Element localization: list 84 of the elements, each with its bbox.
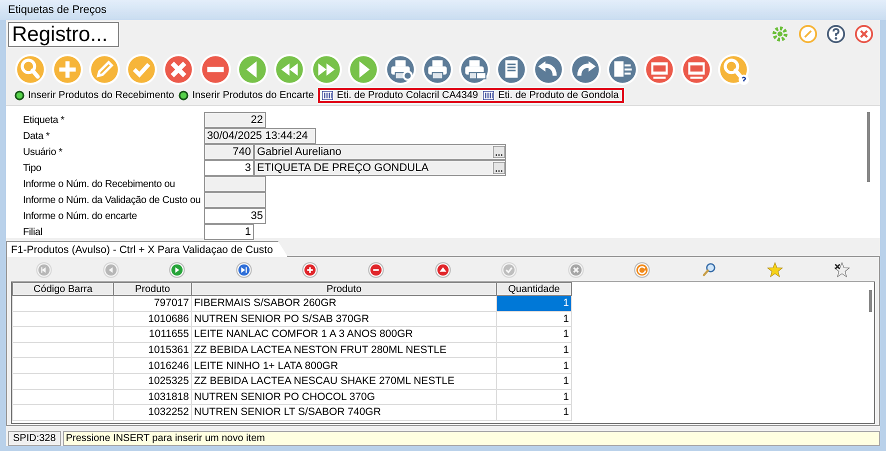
field-label: Informe o Núm. da Validação de Custo ou — [23, 194, 202, 206]
pencil-icon[interactable] — [88, 52, 121, 86]
ellipsis-icon[interactable] — [493, 162, 505, 174]
status-dot-icon — [178, 90, 190, 101]
table-cell: 1 — [496, 358, 572, 374]
refresh-icon[interactable] — [633, 261, 652, 279]
status-panel: SPID:328 — [8, 431, 61, 446]
table-cell: 1025325 — [114, 373, 192, 390]
close-icon[interactable] — [162, 52, 195, 86]
table-cell: FIBERMAIS S/SABOR 260GR — [192, 296, 496, 312]
column-header[interactable]: Produto — [192, 282, 496, 296]
redo-icon[interactable] — [569, 52, 602, 86]
table-cell: ZZ BEBIDA LACTEA NESCAU SHAKE 270ML NESTLE — [192, 373, 496, 390]
pencil-circle-icon[interactable] — [798, 24, 818, 44]
table-cell: 1 — [496, 404, 572, 420]
field-label: Informe o Núm. do encarte — [23, 210, 138, 222]
column-header[interactable]: Quantidade — [496, 282, 572, 296]
rewind-icon[interactable] — [273, 52, 306, 86]
undo-icon[interactable] — [532, 52, 565, 86]
table-cell: 1 — [496, 326, 572, 342]
printer-icon[interactable] — [421, 52, 454, 86]
skip-forward-icon[interactable] — [234, 261, 253, 279]
close-icon[interactable] — [854, 24, 874, 44]
scrollbar[interactable] — [869, 290, 872, 312]
star-cross-icon[interactable] — [832, 261, 851, 279]
toolbar-link[interactable]: Inserir Produtos do Recebimento — [28, 90, 174, 101]
table-cell: 1 — [496, 311, 572, 327]
gear-icon[interactable] — [770, 24, 790, 44]
star-icon[interactable] — [766, 261, 784, 279]
input-field[interactable]: 3 — [204, 160, 254, 176]
table-cell: NUTREN SENIOR LT S/SABOR 740GR — [192, 404, 496, 420]
input-field[interactable]: 1 — [204, 224, 254, 240]
field-label: Usuário * — [23, 146, 64, 158]
list-arrows-icon[interactable] — [606, 52, 639, 86]
table-cell: 1015361 — [114, 342, 192, 358]
printer-magnifier-icon[interactable] — [384, 52, 417, 86]
field-label: Informe o Núm. do Recebimento ou — [23, 178, 176, 190]
help-icon[interactable] — [826, 24, 846, 44]
field-label: Data * — [23, 130, 51, 142]
barcode-grid-icon — [320, 90, 334, 101]
left-arrow-icon[interactable] — [236, 52, 269, 86]
table-cell: 1010686 — [114, 311, 192, 327]
table-cell: LEITE NANLAC COMFOR 1 A 3 ANOS 800GR — [192, 326, 496, 342]
table-cell: NUTREN SENIOR PO CHOCOL 370G — [192, 389, 496, 405]
lookup-field[interactable]: ETIQUETA DE PREÇO GONDULA — [254, 160, 506, 176]
record-title: Registro... — [8, 22, 119, 47]
status-dot-icon — [14, 90, 25, 101]
field-label: Etiqueta * — [23, 114, 66, 126]
toolbar-link[interactable]: Eti. de Produto Colacril CA4349 — [336, 90, 478, 101]
tab[interactable]: F1-Produtos (Avulso) - Ctrl + X Para Validaçao de Custo — [6, 241, 288, 257]
input-field[interactable]: 35 — [204, 208, 266, 224]
field-label: Tipo — [23, 162, 42, 174]
toolbar-link[interactable]: Inserir Produtos do Encarte — [192, 90, 314, 101]
table-cell: NUTREN SENIOR PO S/SAB 370GR — [192, 311, 496, 327]
document-icon[interactable] — [495, 52, 528, 86]
minus-icon[interactable] — [367, 261, 386, 279]
check-icon[interactable] — [125, 52, 158, 86]
scrollbar[interactable] — [867, 112, 870, 182]
ellipsis-icon[interactable] — [493, 146, 505, 158]
plus-icon[interactable] — [301, 261, 320, 279]
table-cell: 1 — [496, 342, 572, 358]
table-cell: 1016246 — [114, 358, 192, 374]
toolbar-link[interactable]: Eti. de Produto de Gondola — [498, 90, 619, 101]
table-cell: 1031818 — [114, 389, 192, 405]
column-header[interactable]: Código Barra — [12, 282, 114, 296]
table-cell: 1032252 — [114, 404, 192, 420]
table-cell: 1011655 — [114, 326, 192, 342]
minus-icon[interactable] — [199, 52, 232, 86]
printer-envelope-icon[interactable] — [458, 52, 491, 86]
play-icon[interactable] — [168, 261, 186, 279]
table-cell: 1 — [496, 389, 572, 405]
table-cell: 797017 — [114, 296, 192, 312]
field-label: Filial — [23, 226, 44, 238]
table-cell: 1 — [496, 373, 572, 390]
table-cell: ZZ BEBIDA LACTEA NESTON FRUT 280ML NESTLE — [192, 342, 496, 358]
barcode-grid-icon — [482, 90, 496, 101]
status-message: Pressione INSERT para inserir um novo item — [62, 431, 880, 446]
table-cell: LEITE NINHO 1+ LATA 800GR — [192, 358, 496, 374]
right-arrow-icon[interactable] — [347, 52, 380, 86]
search-help-icon[interactable] — [717, 52, 750, 86]
window-title: Etiquetas de Preços — [8, 4, 106, 16]
table-cell: 1 — [496, 296, 572, 312]
fast-forward-icon[interactable] — [310, 52, 343, 86]
column-header[interactable]: Produto — [114, 282, 192, 296]
